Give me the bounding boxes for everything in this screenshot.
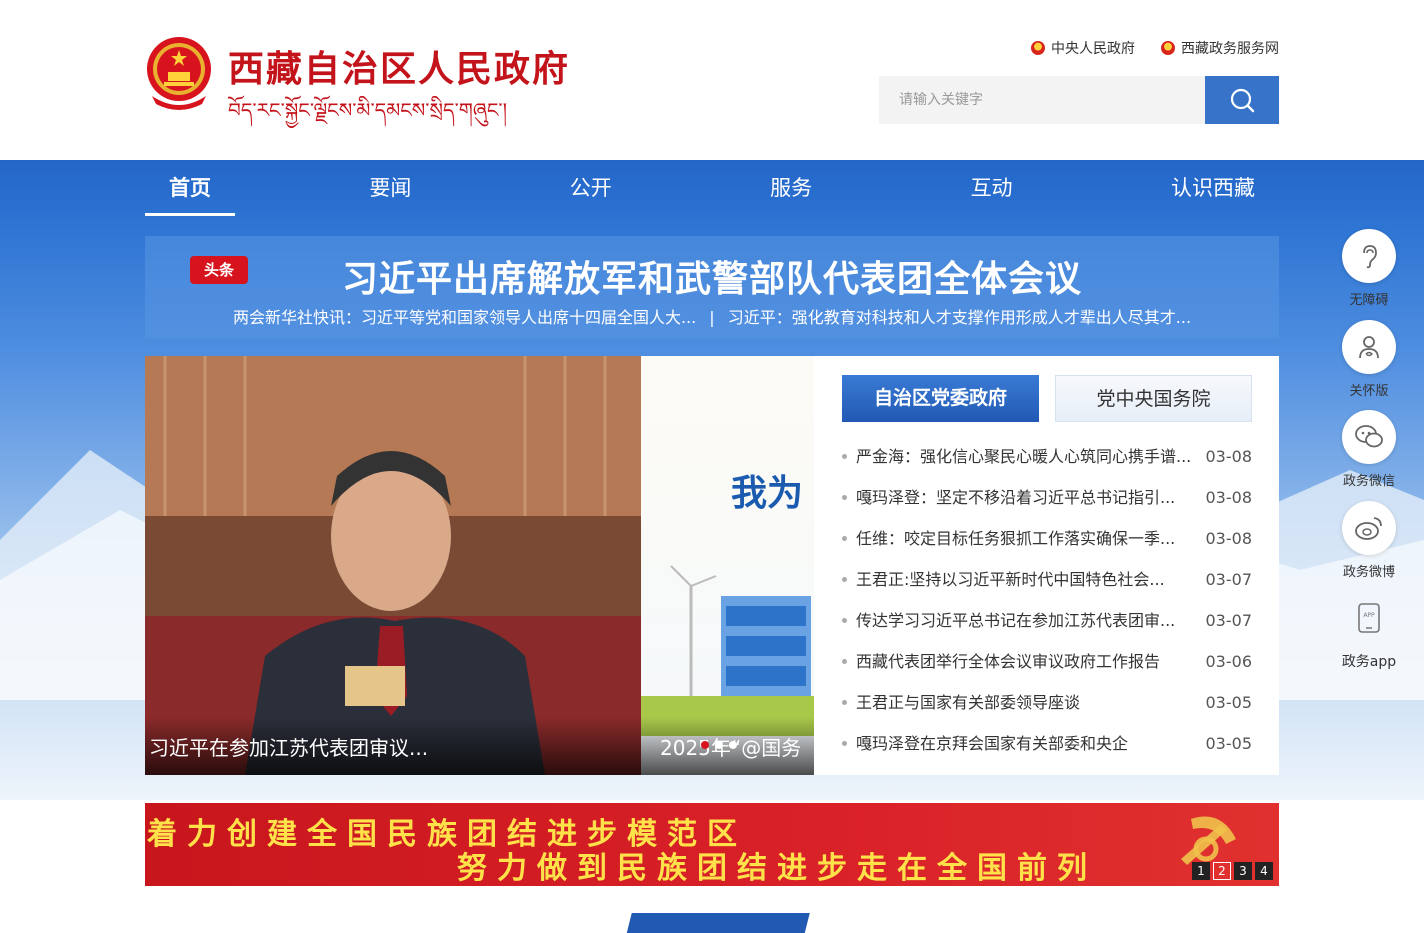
headline-box: 头条 习近平出席解放军和武警部队代表团全体会议 两会新华社快讯：习近平等党和国家… [145,236,1279,338]
banner-page-4[interactable]: 4 [1255,862,1273,880]
nav-interaction[interactable]: 互动 [947,160,1037,216]
separator: | [709,308,715,327]
news-item[interactable]: 西藏代表团举行全体会议审议政府工作报告 03-06 [842,641,1252,682]
news-title: 王君正:坚持以习近平新时代中国特色社会... [842,559,1165,600]
svg-text:APP: APP [1363,612,1375,619]
photo-carousel[interactable]: 我为 习近平在参加江苏代表团审议... 2025年“@国务 [145,356,814,775]
search-input[interactable] [879,76,1205,124]
news-title: 王君正与国家有关部委领导座谈 [842,682,1080,723]
page-header: 西藏自治区人民政府 བོད་རང་སྐྱོང་ལྗོངས་མི་དམངས་སྲི… [0,0,1424,160]
nav-news[interactable]: 要闻 [345,160,435,216]
carousel-photo[interactable] [145,356,641,775]
nav-service[interactable]: 服务 [746,160,836,216]
news-title: 嘎玛泽登在京拜会国家有关部委和央企 [842,723,1128,764]
headline-sublink[interactable]: 两会新华社快讯：习近平等党和国家领导人出席十四届全国人大... [233,308,696,327]
news-item[interactable]: 严金海：强化信心聚民心暖人心筑同心携手谱... 03-08 [842,436,1252,477]
banner-page-1[interactable]: 1 [1192,862,1210,880]
banner-page-3[interactable]: 3 [1234,862,1252,880]
news-tabs: 自治区党委政府 党中央国务院 [842,375,1252,422]
nav-know-tibet[interactable]: 认识西藏 [1147,160,1279,216]
news-date: 03-08 [1205,447,1253,466]
news-item[interactable]: 王君正:坚持以习近平新时代中国特色社会... 03-07 [842,559,1252,600]
side-wechat[interactable]: 政务微信 [1335,410,1403,489]
link-label: 中央人民政府 [1051,41,1135,57]
tab-central-government[interactable]: 党中央国务院 [1055,375,1252,422]
side-circle: APP [1342,591,1396,645]
news-title: 任维：咬定目标任务狠抓工作落实确保一季... [842,518,1175,559]
headline-title[interactable]: 习近平出席解放军和武警部队代表团全体会议 [145,250,1279,302]
carousel-caption-bar: 习近平在参加江苏代表团审议... 2025年“@国务 [145,717,814,775]
carousel-caption-1[interactable]: 习近平在参加江苏代表团审议... [149,732,428,761]
headline-sublink[interactable]: 习近平：强化教育对科技和人才支撑作用形成人才辈出人尽其才... [728,308,1191,327]
news-date: 03-06 [1205,652,1253,671]
banner-pagination: 1 2 3 4 [1192,862,1273,880]
news-item[interactable]: 嘎玛泽登在京拜会国家有关部委和央企 03-05 [842,723,1252,764]
side-care-version[interactable]: 关怀版 [1335,320,1403,399]
carousel-slide-2[interactable]: 我为 [641,356,814,775]
side-circle [1342,501,1396,555]
carousel-dots [701,741,737,749]
site-title[interactable]: 西藏自治区人民政府 [228,40,570,92]
slide2-title: 我为 [731,473,804,514]
search-button[interactable] [1205,76,1279,124]
side-circle [1342,410,1396,464]
news-date: 03-07 [1205,570,1253,589]
side-circle [1342,320,1396,374]
search-icon [1230,88,1255,113]
hero-area: 首页 要闻 公开 服务 互动 认识西藏 头条 习近平出席解放军和武警部队代表团全… [0,160,1424,800]
banner-page-2[interactable]: 2 [1213,862,1231,880]
news-list: 严金海：强化信心聚民心暖人心筑同心携手谱... 03-08 嘎玛泽登：坚定不移沿着… [842,436,1252,764]
news-date: 03-07 [1205,611,1253,630]
news-panel: 自治区党委政府 党中央国务院 严金海：强化信心聚民心暖人心筑同心携手谱... 03… [814,356,1279,775]
weibo-icon [1355,517,1382,540]
national-emblem-icon[interactable] [144,36,214,110]
banner-line-2: 努力做到民族团结进步走在全国前列 [457,851,1097,886]
ear-icon [1363,245,1377,269]
side-accessibility[interactable]: 无障碍 [1335,229,1403,308]
side-label: 政务微博 [1342,565,1395,580]
news-title: 严金海：强化信心聚民心暖人心筑同心携手谱... [842,436,1191,477]
news-title: 西藏代表团举行全体会议审议政府工作报告 [842,641,1160,682]
side-circle [1342,229,1396,283]
news-title: 嘎玛泽登：坚定不移沿着习近平总书记指引... [842,477,1175,518]
side-label: 无障碍 [1349,293,1389,308]
news-date: 03-05 [1205,734,1253,753]
tab-regional-government[interactable]: 自治区党委政府 [842,375,1039,422]
nav-public[interactable]: 公开 [546,160,636,216]
section-tab-decoration [624,913,810,933]
wechat-icon [1355,425,1383,448]
news-title: 传达学习习近平总书记在参加江苏代表团审... [842,600,1175,641]
main-nav: 首页 要闻 公开 服务 互动 认识西藏 [145,160,1279,216]
app-phone-icon: APP [1358,603,1380,633]
side-label: 关怀版 [1349,384,1389,399]
nav-home[interactable]: 首页 [145,160,235,216]
headline-sublinks: 两会新华社快讯：习近平等党和国家领导人出席十四届全国人大... | 习近平：强化… [145,304,1279,328]
news-item[interactable]: 任维：咬定目标任务狠抓工作落实确保一季... 03-08 [842,518,1252,559]
news-date: 03-05 [1205,693,1253,712]
carousel-dot[interactable] [701,741,709,749]
emblem-icon [1031,41,1045,55]
link-tibet-service-portal[interactable]: 西藏政务服务网 [1161,38,1279,58]
emblem-icon [1161,41,1175,55]
carousel-dot[interactable] [729,741,737,749]
news-date: 03-08 [1205,488,1253,507]
site-subtitle-tibetan: བོད་རང་སྐྱོང་ལྗོངས་མི་དམངས་སྲིད་གཞུང་། [228,98,508,122]
link-label: 西藏政务服务网 [1181,41,1279,57]
top-links: 中央人民政府 西藏政务服务网 [1031,38,1279,58]
care-person-icon [1359,336,1379,359]
news-item[interactable]: 嘎玛泽登：坚定不移沿着习近平总书记指引... 03-08 [842,477,1252,518]
party-emblem-icon [1181,816,1236,865]
carousel-dot[interactable] [715,741,723,749]
link-central-government[interactable]: 中央人民政府 [1031,38,1135,58]
side-app[interactable]: APP 政务app [1335,591,1403,671]
side-label: 政务app [1341,654,1397,670]
news-date: 03-08 [1205,529,1253,548]
news-item[interactable]: 传达学习习近平总书记在参加江苏代表团审... 03-07 [842,600,1252,641]
search-box [879,76,1279,124]
side-weibo[interactable]: 政务微博 [1335,501,1403,580]
slide2-illustration [641,565,814,736]
news-item[interactable]: 王君正与国家有关部委领导座谈 03-05 [842,682,1252,723]
side-label: 政务微信 [1342,474,1395,489]
unity-banner[interactable]: 着力创建全国民族团结进步模范区 努力做到民族团结进步走在全国前列 1 2 3 4 [145,803,1279,886]
